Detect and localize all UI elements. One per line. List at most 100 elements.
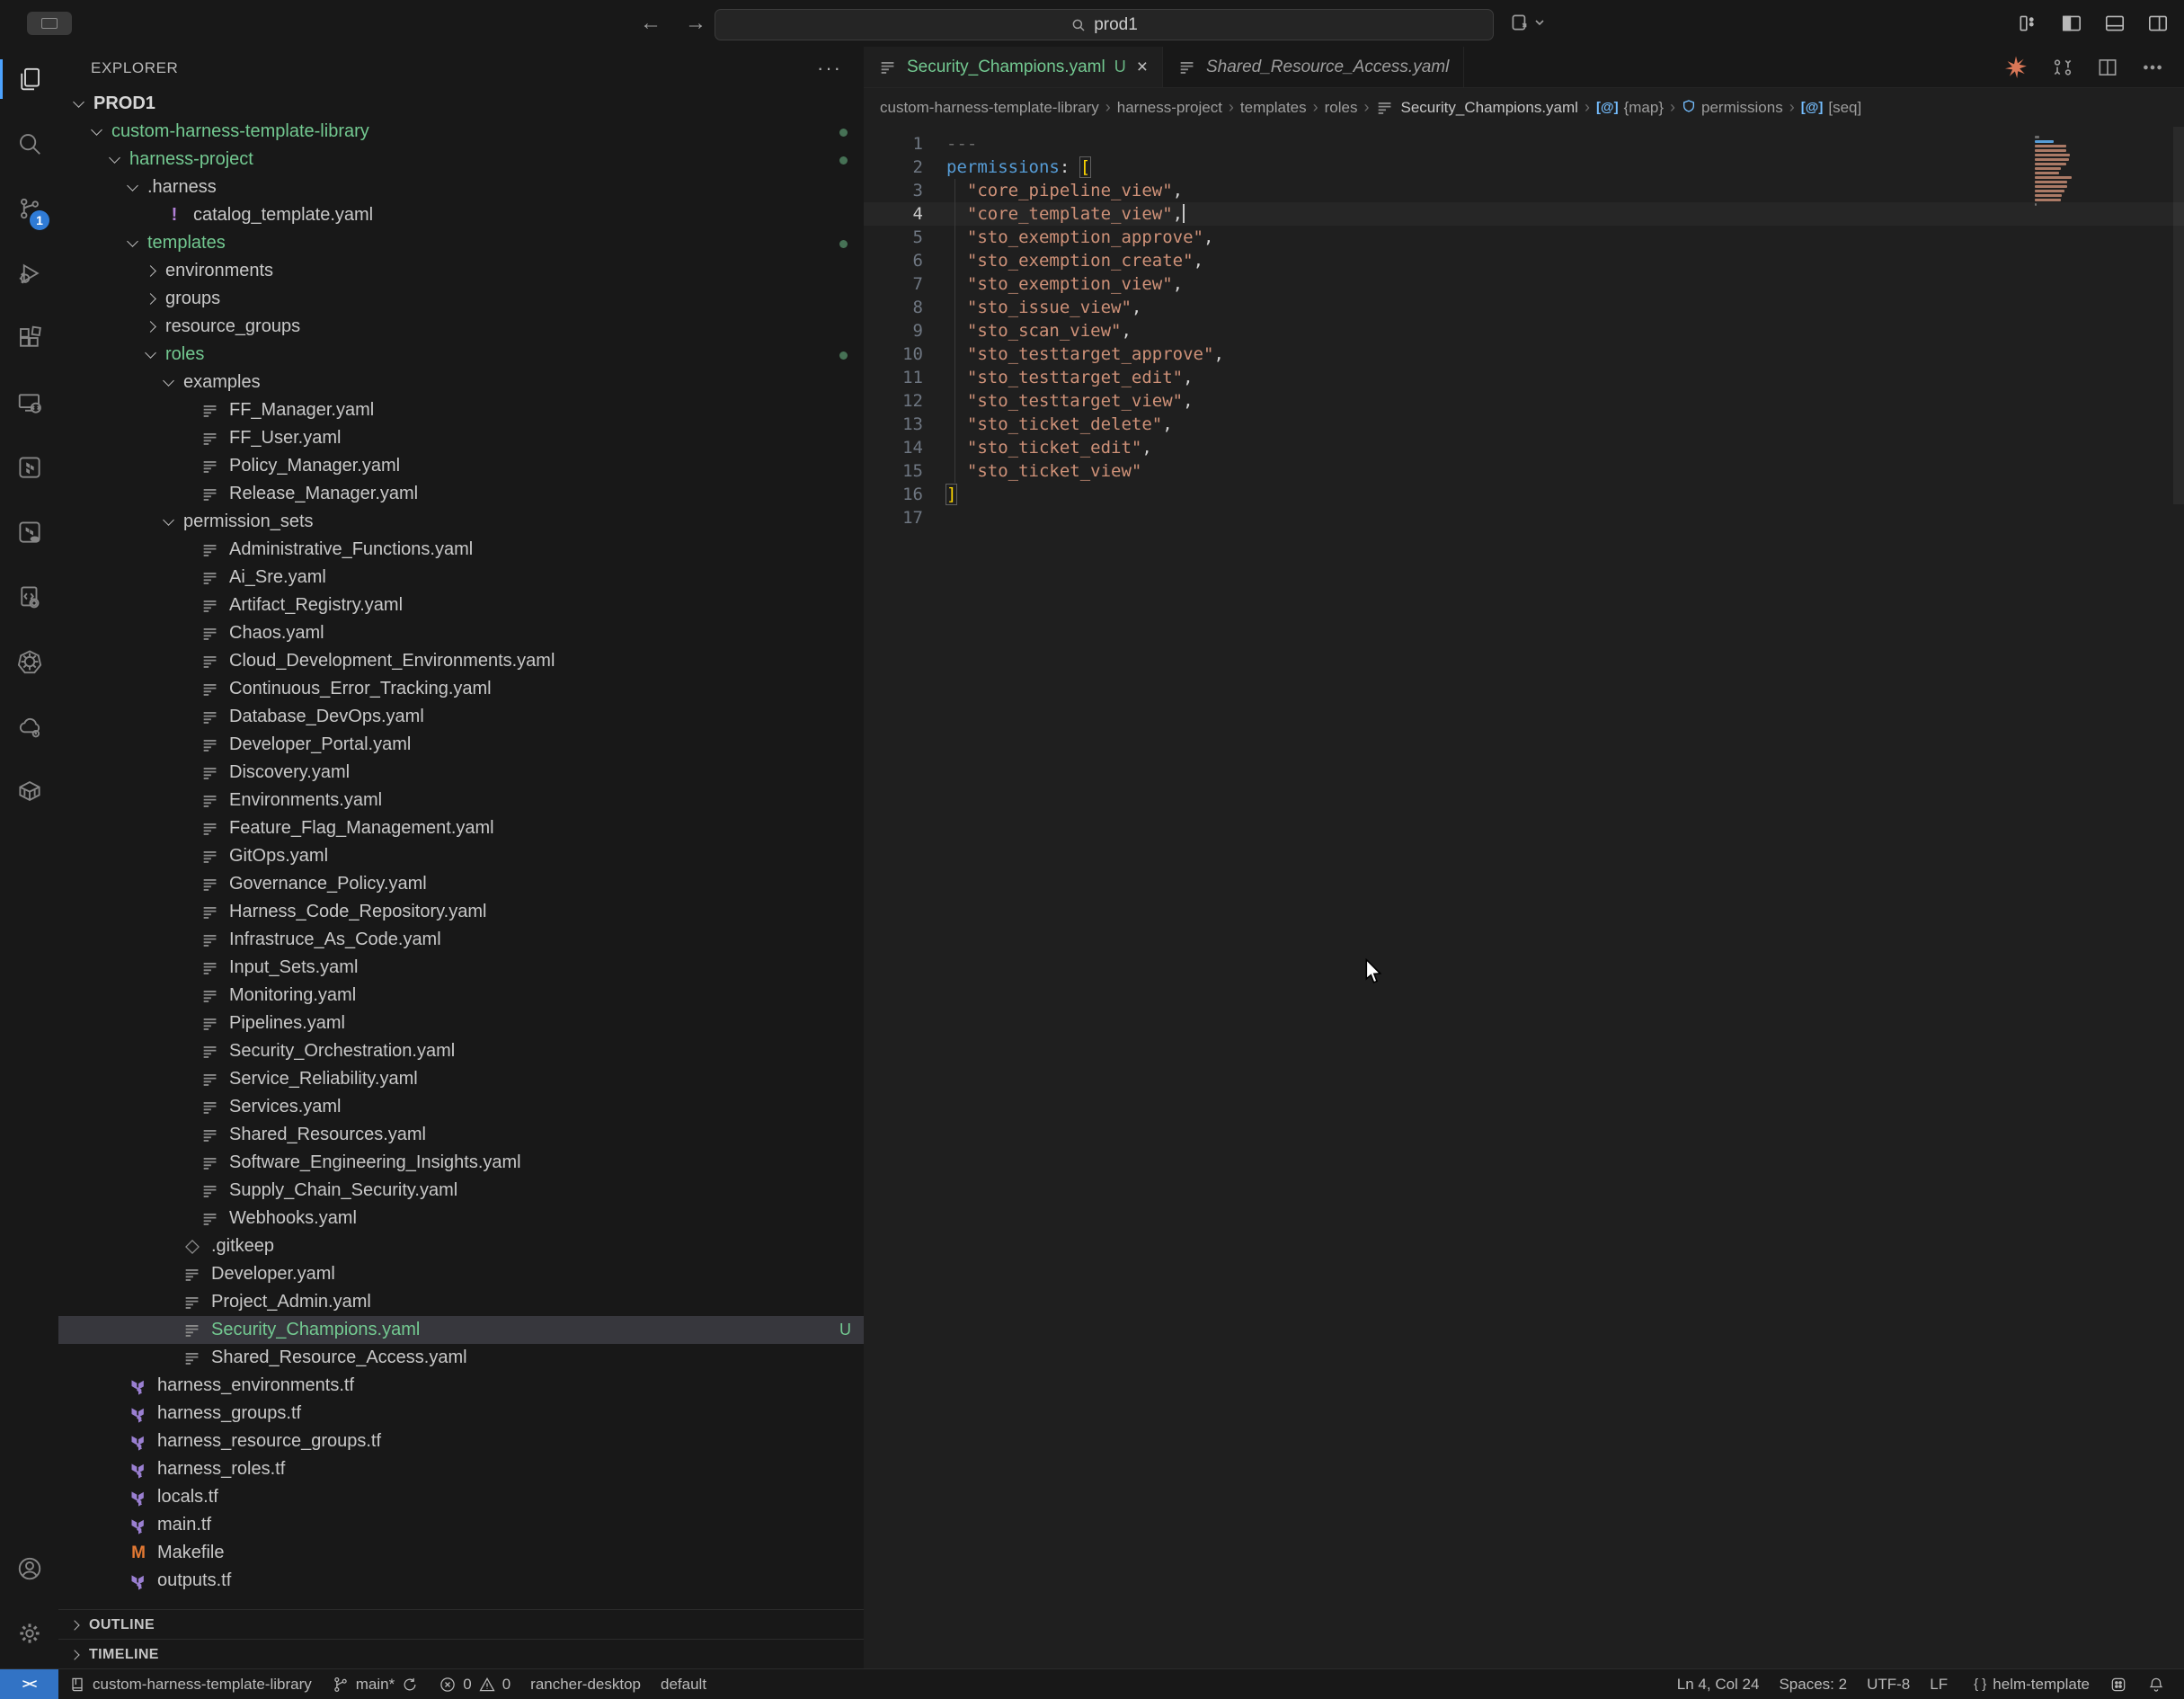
tree-file-Ai_Sre.yaml[interactable]: Ai_Sre.yaml bbox=[58, 564, 864, 592]
activity-settings-icon[interactable] bbox=[0, 1601, 58, 1666]
tree-file-Artifact_Registry.yaml[interactable]: Artifact_Registry.yaml bbox=[58, 592, 864, 619]
code-line-2[interactable]: 2permissions: [ bbox=[864, 156, 2184, 179]
tree-file-Developer.yaml[interactable]: Developer.yaml bbox=[58, 1260, 864, 1288]
tree-file-Security_Champions.yaml[interactable]: Security_Champions.yamlU bbox=[58, 1316, 864, 1344]
tree-file-Release_Manager.yaml[interactable]: Release_Manager.yaml bbox=[58, 480, 864, 508]
code-line-17[interactable]: 17 bbox=[864, 506, 2184, 529]
tree-folder-groups[interactable]: groups bbox=[58, 285, 864, 313]
remote-connection-indicator[interactable]: >< bbox=[0, 1669, 58, 1699]
breadcrumb-item[interactable]: permissions bbox=[1682, 99, 1783, 117]
tree-file-Cloud_Development_Environments.yaml[interactable]: Cloud_Development_Environments.yaml bbox=[58, 647, 864, 675]
activity-cloud-provider-icon[interactable] bbox=[0, 694, 58, 759]
breadcrumb-item[interactable]: custom-harness-template-library bbox=[880, 99, 1099, 117]
activity-search-icon[interactable] bbox=[0, 111, 58, 176]
tree-file-Project_Admin.yaml[interactable]: Project_Admin.yaml bbox=[58, 1288, 864, 1316]
status-eol-sequence[interactable]: LF bbox=[1920, 1676, 1958, 1694]
tree-folder-harness-project[interactable]: harness-project bbox=[58, 146, 864, 173]
status-extension-status[interactable] bbox=[2100, 1676, 2137, 1694]
activity-terraform-icon[interactable] bbox=[0, 435, 58, 500]
code-line-16[interactable]: 16] bbox=[864, 483, 2184, 506]
status-problems[interactable]: 00 bbox=[429, 1669, 520, 1699]
explorer-more-actions-icon[interactable]: ··· bbox=[817, 57, 842, 80]
activity-source-control-icon[interactable]: 1 bbox=[0, 176, 58, 241]
split-editor-icon[interactable] bbox=[2096, 56, 2119, 79]
code-line-8[interactable]: 8 "sto_issue_view", bbox=[864, 296, 2184, 319]
activity-account-icon[interactable] bbox=[0, 1536, 58, 1601]
activity-run-debug-icon[interactable] bbox=[0, 241, 58, 306]
toggle-panel-button[interactable] bbox=[2100, 8, 2130, 39]
tab-Shared_Resource_Access.yaml[interactable]: Shared_Resource_Access.yaml bbox=[1163, 47, 1464, 87]
status-cursor-position[interactable]: Ln 4, Col 24 bbox=[1667, 1676, 1770, 1694]
tree-file-Services.yaml[interactable]: Services.yaml bbox=[58, 1093, 864, 1121]
run-dropdown-button[interactable] bbox=[1508, 11, 1546, 34]
activity-extensions-icon[interactable] bbox=[0, 306, 58, 370]
tree-file-Security_Orchestration.yaml[interactable]: Security_Orchestration.yaml bbox=[58, 1037, 864, 1065]
activity-kubernetes-icon[interactable] bbox=[0, 629, 58, 694]
status-language-mode[interactable]: { }helm-template bbox=[1958, 1676, 2100, 1694]
nav-back-button[interactable]: ← bbox=[640, 11, 661, 36]
close-icon[interactable]: × bbox=[1137, 57, 1148, 78]
tree-file-Supply_Chain_Security.yaml[interactable]: Supply_Chain_Security.yaml bbox=[58, 1177, 864, 1205]
tree-file-Software_Engineering_Insights.yaml[interactable]: Software_Engineering_Insights.yaml bbox=[58, 1149, 864, 1177]
tree-file-Shared_Resource_Access.yaml[interactable]: Shared_Resource_Access.yaml bbox=[58, 1344, 864, 1372]
code-line-9[interactable]: 9 "sto_scan_view", bbox=[864, 319, 2184, 342]
code-line-15[interactable]: 15 "sto_ticket_view" bbox=[864, 459, 2184, 483]
compare-changes-icon[interactable] bbox=[2051, 56, 2074, 79]
more-actions-icon[interactable] bbox=[2141, 56, 2164, 79]
tree-file-Harness_Code_Repository.yaml[interactable]: Harness_Code_Repository.yaml bbox=[58, 898, 864, 926]
tree-file-Shared_Resources.yaml[interactable]: Shared_Resources.yaml bbox=[58, 1121, 864, 1149]
nav-forward-button[interactable]: → bbox=[685, 11, 706, 36]
status-repository[interactable]: custom-harness-template-library bbox=[58, 1669, 322, 1699]
tab-Security_Champions.yaml[interactable]: Security_Champions.yamlU× bbox=[864, 47, 1163, 87]
tree-folder-custom-harness-template-library[interactable]: custom-harness-template-library bbox=[58, 118, 864, 146]
tree-file-Administrative_Functions.yaml[interactable]: Administrative_Functions.yaml bbox=[58, 536, 864, 564]
breadcrumb-item[interactable]: [@][seq] bbox=[1801, 99, 1861, 117]
tree-file-Monitoring.yaml[interactable]: Monitoring.yaml bbox=[58, 982, 864, 1010]
tree-file-outputs.tf[interactable]: outputs.tf bbox=[58, 1567, 864, 1595]
customize-layout-button[interactable] bbox=[2013, 8, 2044, 39]
tree-file-GitOps.yaml[interactable]: GitOps.yaml bbox=[58, 842, 864, 870]
status-rancher-desktop-context[interactable]: rancher-desktop bbox=[520, 1669, 651, 1699]
activity-code-generator-icon[interactable] bbox=[0, 565, 58, 629]
tree-folder-examples[interactable]: examples bbox=[58, 369, 864, 396]
tree-file-Continuous_Error_Tracking.yaml[interactable]: Continuous_Error_Tracking.yaml bbox=[58, 675, 864, 703]
tree-file-harness_resource_groups.tf[interactable]: harness_resource_groups.tf bbox=[58, 1428, 864, 1455]
breadcrumb[interactable]: custom-harness-template-library›harness-… bbox=[864, 88, 2184, 127]
tree-file-harness_groups.tf[interactable]: harness_groups.tf bbox=[58, 1400, 864, 1428]
tree-folder-templates[interactable]: templates bbox=[58, 229, 864, 257]
code-editor[interactable]: 1---2permissions: [3 "core_pipeline_view… bbox=[864, 127, 2184, 1669]
tree-folder-.harness[interactable]: .harness bbox=[58, 173, 864, 201]
timeline-section[interactable]: TIMELINE bbox=[58, 1639, 864, 1669]
tree-file-Environments.yaml[interactable]: Environments.yaml bbox=[58, 787, 864, 814]
tree-file-Governance_Policy.yaml[interactable]: Governance_Policy.yaml bbox=[58, 870, 864, 898]
tree-file-Infrastruce_As_Code.yaml[interactable]: Infrastruce_As_Code.yaml bbox=[58, 926, 864, 954]
code-line-4[interactable]: 4 "core_template_view", bbox=[864, 202, 2184, 226]
tree-folder-environments[interactable]: environments bbox=[58, 257, 864, 285]
status-indentation[interactable]: Spaces: 2 bbox=[1769, 1676, 1857, 1694]
breadcrumb-item[interactable]: Security_Champions.yaml bbox=[1375, 98, 1577, 118]
code-line-6[interactable]: 6 "sto_exemption_create", bbox=[864, 249, 2184, 272]
tree-file-main.tf[interactable]: main.tf bbox=[58, 1511, 864, 1539]
tree-file-harness_roles.tf[interactable]: harness_roles.tf bbox=[58, 1455, 864, 1483]
status-encoding[interactable]: UTF-8 bbox=[1857, 1676, 1920, 1694]
tree-file-catalog_template.yaml[interactable]: !catalog_template.yaml bbox=[58, 201, 864, 229]
status-notifications-bell[interactable] bbox=[2137, 1676, 2175, 1694]
tree-file-FF_Manager.yaml[interactable]: FF_Manager.yaml bbox=[58, 396, 864, 424]
tree-file-Developer_Portal.yaml[interactable]: Developer_Portal.yaml bbox=[58, 731, 864, 759]
tree-file-Discovery.yaml[interactable]: Discovery.yaml bbox=[58, 759, 864, 787]
activity-explorer-icon[interactable] bbox=[0, 47, 58, 111]
tree-folder-PROD1[interactable]: PROD1 bbox=[58, 90, 864, 118]
tree-file-Pipelines.yaml[interactable]: Pipelines.yaml bbox=[58, 1010, 864, 1037]
ai-assistant-icon[interactable] bbox=[2002, 54, 2029, 81]
code-line-11[interactable]: 11 "sto_testtarget_edit", bbox=[864, 366, 2184, 389]
code-line-12[interactable]: 12 "sto_testtarget_view", bbox=[864, 389, 2184, 413]
activity-containers-icon[interactable] bbox=[0, 759, 58, 823]
tree-file-locals.tf[interactable]: locals.tf bbox=[58, 1483, 864, 1511]
code-line-1[interactable]: 1--- bbox=[864, 132, 2184, 156]
breadcrumb-item[interactable]: harness-project bbox=[1117, 99, 1222, 117]
command-center-search[interactable]: prod1 bbox=[715, 9, 1494, 40]
breadcrumb-item[interactable]: [@]{map} bbox=[1596, 99, 1664, 117]
tree-file-Service_Reliability.yaml[interactable]: Service_Reliability.yaml bbox=[58, 1065, 864, 1093]
breadcrumb-item[interactable]: templates bbox=[1240, 99, 1307, 117]
activity-terraform-cloud-icon[interactable] bbox=[0, 500, 58, 565]
